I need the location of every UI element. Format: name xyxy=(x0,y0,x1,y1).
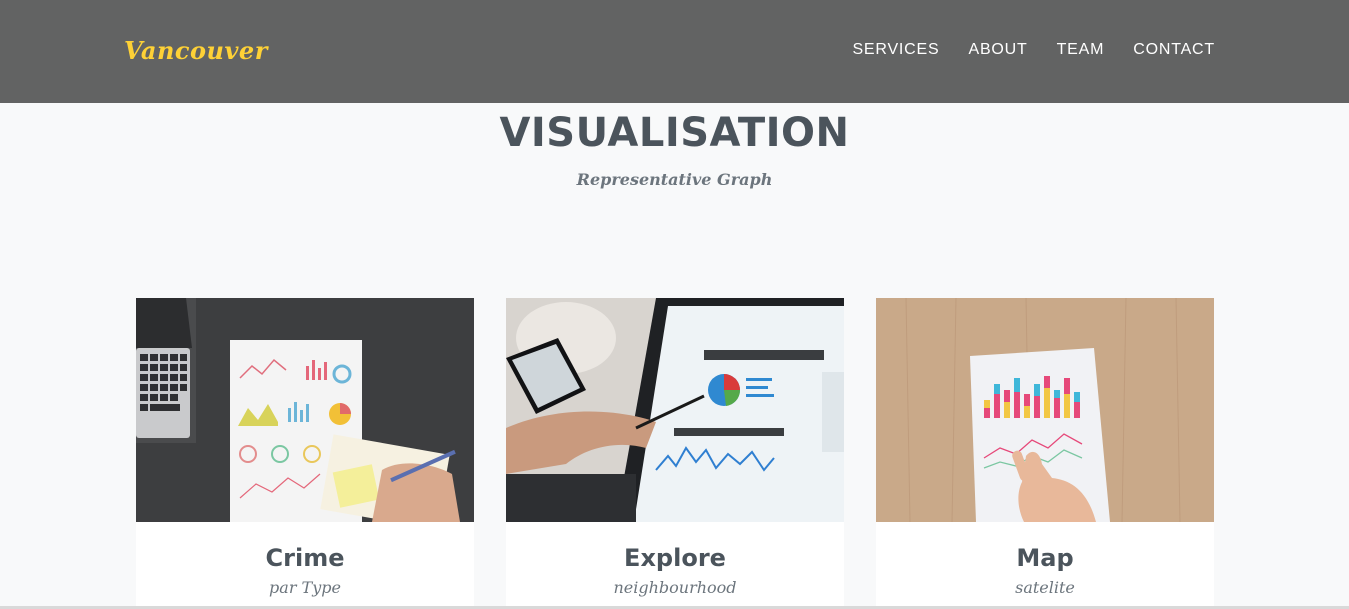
card-subtitle-crime: par Type xyxy=(269,578,341,597)
card-image-crime[interactable] xyxy=(136,298,474,522)
section-title: VISUALISATION xyxy=(499,110,850,156)
top-navbar: Vancouver SERVICES ABOUT TEAM CONTACT xyxy=(0,0,1349,103)
card-subtitle-explore: neighbourhood xyxy=(613,578,737,597)
card-caption-map: Map xyxy=(1016,544,1074,572)
card-subtitle-map: satelite xyxy=(1015,578,1075,597)
brand-logo[interactable]: Vancouver xyxy=(124,36,268,65)
card-image-explore[interactable] xyxy=(506,298,844,522)
nav-link-team[interactable]: TEAM xyxy=(1057,41,1105,59)
portfolio-card-crime[interactable]: Crime par Type xyxy=(136,298,474,609)
section-subtitle: Representative Graph xyxy=(576,170,773,189)
card-image-map[interactable] xyxy=(876,298,1214,522)
nav-link-about[interactable]: ABOUT xyxy=(968,41,1027,59)
nav-link-contact[interactable]: CONTACT xyxy=(1133,41,1215,59)
nav-link-services[interactable]: SERVICES xyxy=(852,41,939,59)
card-caption-explore: Explore xyxy=(624,544,726,572)
card-caption-crime: Crime xyxy=(265,544,345,572)
portfolio-card-explore[interactable]: Explore neighbourhood xyxy=(506,298,844,609)
nav-links: SERVICES ABOUT TEAM CONTACT xyxy=(852,41,1215,59)
portfolio-card-map[interactable]: Map satelite xyxy=(876,298,1214,609)
